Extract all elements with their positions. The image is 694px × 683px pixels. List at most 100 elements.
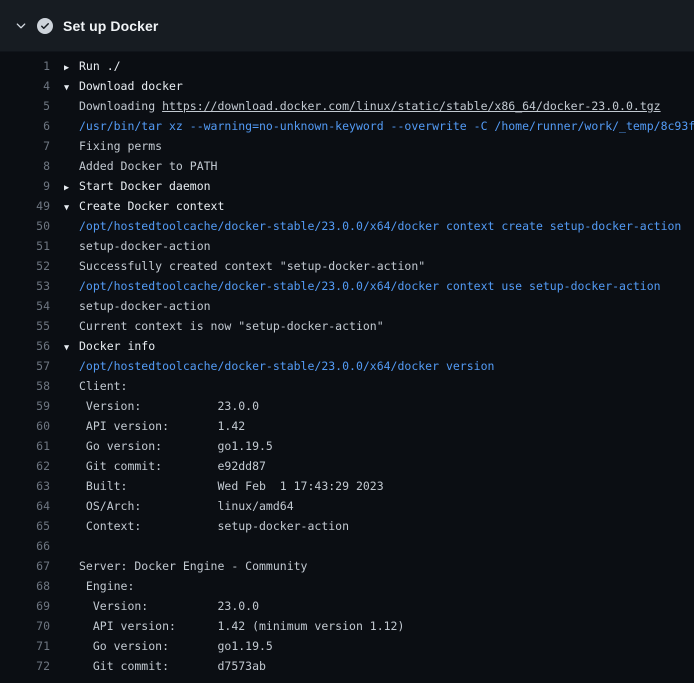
log-line: 67 Server: Docker Engine - Community bbox=[0, 556, 694, 576]
log-group-header[interactable]: ▼Create Docker context bbox=[50, 196, 694, 216]
line-number[interactable]: 9 bbox=[0, 176, 50, 196]
log-line-text: setup-docker-action bbox=[79, 239, 211, 253]
triangle-down-icon: ▼ bbox=[64, 78, 79, 96]
line-number[interactable]: 58 bbox=[0, 376, 50, 396]
triangle-right-icon: ▶ bbox=[64, 58, 79, 76]
triangle-right-icon: ▶ bbox=[64, 178, 79, 196]
log-line-text: /opt/hostedtoolcache/docker-stable/23.0.… bbox=[79, 279, 661, 293]
success-check-circle-icon bbox=[37, 18, 53, 34]
line-number[interactable]: 69 bbox=[0, 596, 50, 616]
log-line: 56 ▼Docker info bbox=[0, 336, 694, 356]
log-line: 53 /opt/hostedtoolcache/docker-stable/23… bbox=[0, 276, 694, 296]
line-number[interactable]: 55 bbox=[0, 316, 50, 336]
line-number[interactable]: 51 bbox=[0, 236, 50, 256]
log-line: 69 Version: 23.0.0 bbox=[0, 596, 694, 616]
log-line: 7 Fixing perms bbox=[0, 136, 694, 156]
log-line-content: Go version: go1.19.5 bbox=[50, 636, 694, 656]
log-line: 52 Successfully created context "setup-d… bbox=[0, 256, 694, 276]
log-line: 6 /usr/bin/tar xz --warning=no-unknown-k… bbox=[0, 116, 694, 136]
log-line-text: API version: 1.42 bbox=[79, 419, 245, 433]
log-group-header[interactable]: ▼Docker info bbox=[50, 336, 694, 356]
line-number[interactable]: 68 bbox=[0, 576, 50, 596]
log-line-content: Git commit: d7573ab bbox=[50, 656, 694, 676]
line-number[interactable]: 50 bbox=[0, 216, 50, 236]
log-line-text: Run ./ bbox=[79, 59, 121, 73]
log-line: 54 setup-docker-action bbox=[0, 296, 694, 316]
step-header[interactable]: Set up Docker bbox=[0, 0, 694, 52]
line-number[interactable]: 4 bbox=[0, 76, 50, 96]
log-line-text: Git commit: d7573ab bbox=[79, 659, 266, 673]
log-line-content: Current context is now "setup-docker-act… bbox=[50, 316, 694, 336]
line-number[interactable]: 57 bbox=[0, 356, 50, 376]
log-line: 55 Current context is now "setup-docker-… bbox=[0, 316, 694, 336]
log-line-text: Server: Docker Engine - Community bbox=[79, 559, 307, 573]
line-number[interactable]: 62 bbox=[0, 456, 50, 476]
log-line-content: Version: 23.0.0 bbox=[50, 396, 694, 416]
log-line-text: Engine: bbox=[79, 579, 134, 593]
line-number[interactable]: 61 bbox=[0, 436, 50, 456]
line-number[interactable]: 72 bbox=[0, 656, 50, 676]
log-line-text: API version: 1.42 (minimum version 1.12) bbox=[79, 619, 404, 633]
log-line-content: /usr/bin/tar xz --warning=no-unknown-key… bbox=[50, 116, 694, 136]
log-line-content: OS/Arch: linux/amd64 bbox=[50, 496, 694, 516]
log-line-content: /opt/hostedtoolcache/docker-stable/23.0.… bbox=[50, 356, 694, 376]
log-line-text: Download docker bbox=[79, 79, 183, 93]
log-group-header[interactable]: ▶Run ./ bbox=[50, 56, 694, 76]
line-number[interactable]: 56 bbox=[0, 336, 50, 356]
line-number[interactable]: 49 bbox=[0, 196, 50, 216]
log-line-content: Server: Docker Engine - Community bbox=[50, 556, 694, 576]
log-line: 64 OS/Arch: linux/amd64 bbox=[0, 496, 694, 516]
line-number[interactable]: 8 bbox=[0, 156, 50, 176]
log-line-content: Built: Wed Feb 1 17:43:29 2023 bbox=[50, 476, 694, 496]
log-line-text: /opt/hostedtoolcache/docker-stable/23.0.… bbox=[79, 219, 681, 233]
log-line-text: Version: 23.0.0 bbox=[79, 399, 259, 413]
line-number[interactable]: 70 bbox=[0, 616, 50, 636]
log-line-content: Downloading https://download.docker.com/… bbox=[50, 96, 694, 116]
log-line-content: Client: bbox=[50, 376, 694, 396]
line-number[interactable]: 67 bbox=[0, 556, 50, 576]
line-number[interactable]: 65 bbox=[0, 516, 50, 536]
log-area: 1 ▶Run ./ 4 ▼Download docker 5 Downloadi… bbox=[0, 52, 694, 676]
log-line-text: Docker info bbox=[79, 339, 155, 353]
log-line: 61 Go version: go1.19.5 bbox=[0, 436, 694, 456]
log-line-content: Added Docker to PATH bbox=[50, 156, 694, 176]
log-line-text: Added Docker to PATH bbox=[79, 159, 217, 173]
step-title: Set up Docker bbox=[63, 18, 158, 34]
line-number[interactable]: 6 bbox=[0, 116, 50, 136]
log-line-text: OS/Arch: linux/amd64 bbox=[79, 499, 294, 513]
line-number[interactable]: 1 bbox=[0, 56, 50, 76]
log-group-header[interactable]: ▶Start Docker daemon bbox=[50, 176, 694, 196]
line-number[interactable]: 59 bbox=[0, 396, 50, 416]
log-line-text: setup-docker-action bbox=[79, 299, 211, 313]
line-number[interactable]: 7 bbox=[0, 136, 50, 156]
log-line-content: API version: 1.42 bbox=[50, 416, 694, 436]
log-line-content: /opt/hostedtoolcache/docker-stable/23.0.… bbox=[50, 216, 694, 236]
log-line: 68 Engine: bbox=[0, 576, 694, 596]
log-url-link[interactable]: https://download.docker.com/linux/static… bbox=[162, 99, 661, 113]
line-number[interactable]: 54 bbox=[0, 296, 50, 316]
line-number[interactable]: 5 bbox=[0, 96, 50, 116]
log-line: 59 Version: 23.0.0 bbox=[0, 396, 694, 416]
log-line-text: Context: setup-docker-action bbox=[79, 519, 349, 533]
log-group-header[interactable]: ▼Download docker bbox=[50, 76, 694, 96]
line-number[interactable]: 64 bbox=[0, 496, 50, 516]
triangle-down-icon: ▼ bbox=[64, 198, 79, 216]
log-line-content: Successfully created context "setup-dock… bbox=[50, 256, 694, 276]
log-line-content: /opt/hostedtoolcache/docker-stable/23.0.… bbox=[50, 276, 694, 296]
log-line: 70 API version: 1.42 (minimum version 1.… bbox=[0, 616, 694, 636]
log-line-prefix: Downloading bbox=[79, 99, 162, 113]
line-number[interactable]: 66 bbox=[0, 536, 50, 556]
log-line-content: Git commit: e92dd87 bbox=[50, 456, 694, 476]
line-number[interactable]: 53 bbox=[0, 276, 50, 296]
log-line-text: Start Docker daemon bbox=[79, 179, 211, 193]
line-number[interactable]: 60 bbox=[0, 416, 50, 436]
chevron-down-icon[interactable] bbox=[14, 18, 28, 34]
line-number[interactable]: 63 bbox=[0, 476, 50, 496]
line-number[interactable]: 52 bbox=[0, 256, 50, 276]
log-line-content: Context: setup-docker-action bbox=[50, 516, 694, 536]
log-line: 50 /opt/hostedtoolcache/docker-stable/23… bbox=[0, 216, 694, 236]
log-line-text: Go version: go1.19.5 bbox=[79, 639, 273, 653]
log-line-content: Fixing perms bbox=[50, 136, 694, 156]
line-number[interactable]: 71 bbox=[0, 636, 50, 656]
log-line-text: Go version: go1.19.5 bbox=[79, 439, 273, 453]
